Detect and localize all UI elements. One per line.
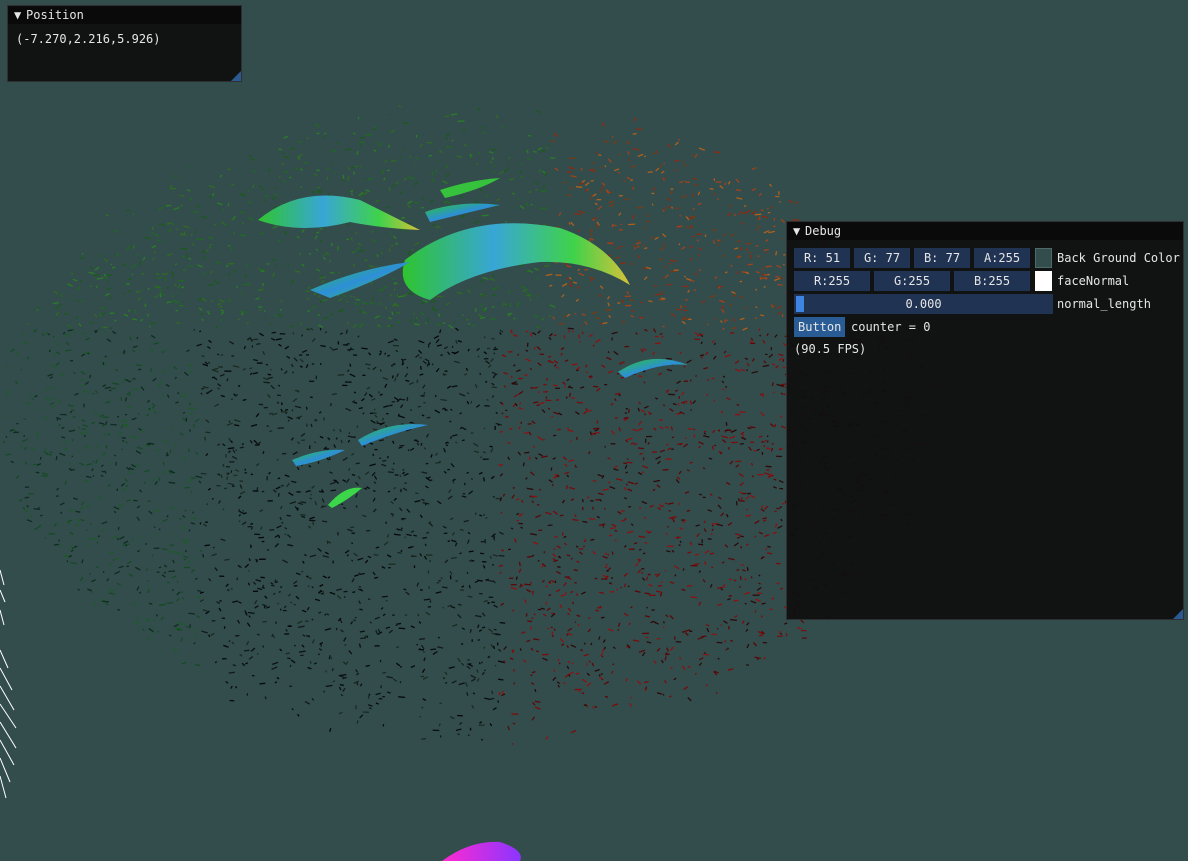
bg-color-a-field[interactable]: A:255: [974, 248, 1030, 268]
bg-color-label: Back Ground Color: [1057, 251, 1180, 265]
bg-color-swatch[interactable]: [1035, 248, 1052, 268]
bg-color-r-field[interactable]: R: 51: [794, 248, 850, 268]
face-normal-label: faceNormal: [1057, 274, 1130, 288]
mesh-surfaces: [258, 178, 688, 861]
face-normal-swatch[interactable]: [1035, 271, 1052, 291]
debug-window-title: Debug: [805, 224, 842, 238]
triangle-down-icon[interactable]: ▼: [793, 222, 805, 240]
normal-length-slider[interactable]: 0.000: [794, 294, 1053, 314]
face-normal-r-field[interactable]: R:255: [794, 271, 870, 291]
bg-color-g-field[interactable]: G: 77: [854, 248, 910, 268]
bg-color-b-field[interactable]: B: 77: [914, 248, 970, 268]
counter-text: counter = 0: [851, 320, 931, 334]
debug-button[interactable]: Button: [794, 317, 846, 337]
position-window-title: Position: [26, 8, 84, 22]
normal-length-value: 0.000: [905, 297, 942, 311]
debug-window-title-bar[interactable]: ▼ Debug: [787, 222, 1183, 240]
white-mesh-edge: [0, 569, 17, 799]
resize-grip-icon[interactable]: [1173, 609, 1183, 619]
face-normal-b-field[interactable]: B:255: [954, 271, 1030, 291]
position-window[interactable]: ▼ Position (-7.270,2.216,5.926): [7, 5, 242, 82]
resize-grip-icon[interactable]: [231, 71, 241, 81]
triangle-down-icon[interactable]: ▼: [14, 6, 26, 24]
slider-grab[interactable]: [796, 296, 804, 312]
debug-window[interactable]: ▼ Debug R: 51 G: 77 B: 77 A:255 Back Grou…: [786, 221, 1184, 620]
position-window-title-bar[interactable]: ▼ Position: [8, 6, 241, 24]
fps-text: (90.5 FPS): [794, 342, 867, 356]
face-normal-g-field[interactable]: G:255: [874, 271, 950, 291]
position-value: (-7.270,2.216,5.926): [16, 32, 161, 46]
normal-length-label: normal_length: [1057, 297, 1151, 311]
